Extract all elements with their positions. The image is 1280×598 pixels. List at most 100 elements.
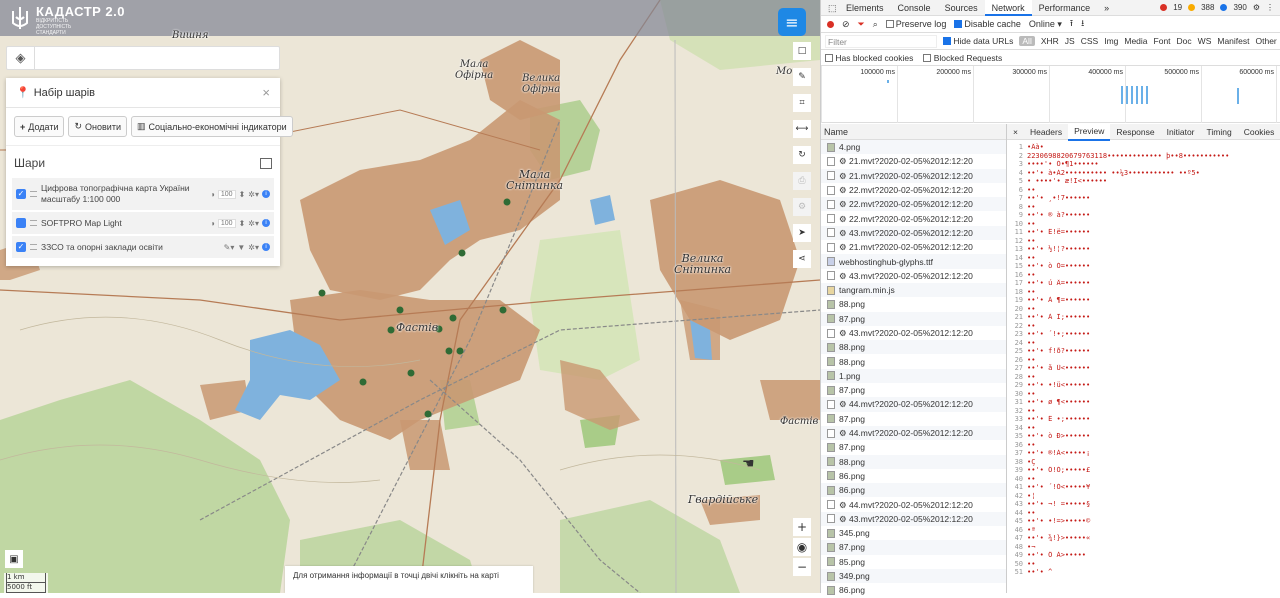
tab-headers[interactable]: Headers	[1024, 124, 1068, 140]
settings-icon[interactable]: ✲▾	[248, 243, 259, 252]
filter-type-manifest[interactable]: Manifest	[1217, 36, 1249, 46]
request-row[interactable]: ⚙ 21.mvt?2020-02-05%2012:12:20	[821, 154, 1006, 168]
filter-input[interactable]: Filter	[825, 34, 937, 48]
filter-type-font[interactable]: Font	[1154, 36, 1171, 46]
request-row[interactable]: 87.png	[821, 311, 1006, 326]
layer-item[interactable]: ✓ ЗЗСО та опорні заклади освіти ✎▾ ▼ ✲▾ …	[12, 236, 274, 258]
throttle-select[interactable]: Online ▾	[1029, 19, 1062, 30]
map-canvas[interactable]: КАДАСТР 2.0 ВІДКРИТІСТЬ ДОСТУПНІСТЬ СТАН…	[0, 0, 820, 593]
layer-checkbox[interactable]: ✓	[16, 242, 26, 252]
request-row[interactable]: 88.png	[821, 354, 1006, 368]
opacity-input[interactable]: 100	[217, 218, 236, 228]
filter-type-all[interactable]: All	[1019, 36, 1035, 46]
timeline-overview[interactable]: 100000 ms 200000 ms 300000 ms 400000 ms …	[821, 66, 1280, 123]
rectangle-tool[interactable]: □	[793, 42, 811, 60]
line-tool[interactable]: ✎	[793, 68, 811, 86]
layer-item[interactable]: ✓ Цифрова топографічна карта України мас…	[12, 178, 274, 210]
request-row[interactable]: 86.png	[821, 583, 1006, 597]
basemap-button[interactable]: ▣	[5, 550, 23, 568]
drag-handle-icon[interactable]	[30, 244, 37, 250]
name-column-header[interactable]: Name	[821, 124, 1006, 140]
stepper-icon[interactable]: ⬍	[239, 219, 246, 228]
layer-item[interactable]: SOFTPRO Map Light ◑ 100 ⬍ ✲▾ i	[12, 212, 274, 234]
pointer-tool[interactable]: ➤	[793, 224, 811, 242]
select-area-tool[interactable]: ⌗	[793, 94, 811, 112]
request-row[interactable]: webhostinghub-glyphs.ttf	[821, 254, 1006, 269]
request-row[interactable]: ⚙ 43.mvt?2020-02-05%2012:12:20	[821, 511, 1006, 527]
filter-type-js[interactable]: JS	[1065, 36, 1075, 46]
blocked-requests-checkbox[interactable]: Blocked Requests	[923, 53, 1002, 63]
request-row[interactable]: 88.png	[821, 297, 1006, 311]
zoom-out-button[interactable]: −	[793, 558, 811, 576]
settings-icon[interactable]: ✲▾	[248, 219, 259, 228]
opacity-input[interactable]: 100	[217, 189, 236, 199]
filter-type-media[interactable]: Media	[1124, 36, 1147, 46]
filter-type-xhr[interactable]: XHR	[1041, 36, 1059, 46]
request-row[interactable]: 345.png	[821, 526, 1006, 540]
tab-elements[interactable]: Elements	[839, 0, 891, 16]
filter-type-css[interactable]: CSS	[1081, 36, 1098, 46]
issue-counters[interactable]: 19 388 390 ⚙ ⋮	[1160, 3, 1280, 12]
info-icon[interactable]: i	[262, 219, 270, 227]
stepper-icon[interactable]: ⬍	[239, 190, 246, 199]
locate-button[interactable]: ◉	[793, 538, 811, 556]
request-row[interactable]: ⚙ 44.mvt?2020-02-05%2012:12:20	[821, 397, 1006, 412]
tab-response[interactable]: Response	[1110, 124, 1160, 140]
request-row[interactable]: 86.png	[821, 483, 1006, 498]
tab-timing[interactable]: Timing	[1201, 124, 1238, 140]
request-row[interactable]: ⚙ 22.mvt?2020-02-05%2012:12:20	[821, 211, 1006, 225]
measure-tool[interactable]: ⟷	[793, 120, 811, 138]
settings-tool[interactable]: ⚙	[793, 198, 811, 216]
request-row[interactable]: 1.png	[821, 368, 1006, 384]
request-row[interactable]: 87.png	[821, 383, 1006, 397]
search-icon[interactable]: ⌕	[873, 19, 878, 30]
tab-cookies[interactable]: Cookies	[1238, 124, 1280, 140]
upload-icon[interactable]: ⭱	[1070, 16, 1073, 32]
indicators-button[interactable]: ▥ Соціально-економічні індикатори	[130, 116, 293, 137]
clear-icon[interactable]: ⊘	[842, 19, 850, 30]
kebab-menu-icon[interactable]: ⋮	[1266, 3, 1274, 12]
brush-icon[interactable]: ✎▾	[224, 243, 235, 252]
request-row[interactable]: 87.png	[821, 440, 1006, 454]
request-row[interactable]: 87.png	[821, 412, 1006, 426]
request-row[interactable]: 87.png	[821, 540, 1006, 555]
add-layer-button[interactable]: + Додати	[14, 116, 65, 137]
menu-button[interactable]: ≡	[778, 8, 806, 36]
layers-toggle-button[interactable]: ◈	[7, 47, 35, 69]
tab-initiator[interactable]: Initiator	[1161, 124, 1201, 140]
disable-cache-checkbox[interactable]: Disable cache	[954, 19, 1021, 29]
request-row[interactable]: 86.png	[821, 469, 1006, 483]
blocked-cookies-checkbox[interactable]: Has blocked cookies	[825, 53, 913, 63]
drag-handle-icon[interactable]	[30, 220, 37, 226]
grid-icon[interactable]	[260, 157, 272, 169]
tab-sources[interactable]: Sources	[938, 0, 985, 16]
tab-preview[interactable]: Preview	[1068, 122, 1111, 141]
layer-checkbox[interactable]: ✓	[16, 189, 26, 199]
refresh-button[interactable]: ↻ Оновити	[68, 116, 127, 137]
request-row[interactable]: ⚙ 43.mvt?2020-02-05%2012:12:20	[821, 225, 1006, 241]
tab-console[interactable]: Console	[891, 0, 938, 16]
request-row[interactable]: tangram.min.js	[821, 282, 1006, 298]
rotate-tool[interactable]: ↻	[793, 146, 811, 164]
request-row[interactable]: ⚙ 43.mvt?2020-02-05%2012:12:20	[821, 326, 1006, 340]
request-row[interactable]: ⚙ 44.mvt?2020-02-05%2012:12:20	[821, 497, 1006, 511]
logo[interactable]: КАДАСТР 2.0 ВІДКРИТІСТЬ ДОСТУПНІСТЬ СТАН…	[10, 5, 125, 36]
preserve-log-checkbox[interactable]: Preserve log	[885, 19, 946, 29]
download-icon[interactable]: ⭳	[1081, 16, 1084, 32]
request-row[interactable]: ⚙ 21.mvt?2020-02-05%2012:12:20	[821, 240, 1006, 254]
info-icon[interactable]: i	[262, 190, 270, 198]
filter-type-other[interactable]: Other	[1256, 36, 1277, 46]
request-row[interactable]: 88.png	[821, 340, 1006, 355]
request-row[interactable]: ⚙ 21.mvt?2020-02-05%2012:12:20	[821, 168, 1006, 183]
tab-network[interactable]: Network	[984, 0, 1032, 16]
filter-type-img[interactable]: Img	[1104, 36, 1118, 46]
preview-content[interactable]: 1 •Äà• 2 2230698820679763118••••••••••••• þ…	[1007, 140, 1280, 577]
zoom-in-button[interactable]: +	[793, 518, 811, 536]
print-tool[interactable]: ⎙	[793, 172, 811, 190]
filter-type-doc[interactable]: Doc	[1177, 36, 1192, 46]
filter-type-ws[interactable]: WS	[1198, 36, 1212, 46]
request-row[interactable]: ⚙ 22.mvt?2020-02-05%2012:12:20	[821, 197, 1006, 212]
tab-performance[interactable]: Performance	[1032, 0, 1098, 16]
share-tool[interactable]: ⋖	[793, 250, 811, 268]
request-row[interactable]: 85.png	[821, 555, 1006, 569]
